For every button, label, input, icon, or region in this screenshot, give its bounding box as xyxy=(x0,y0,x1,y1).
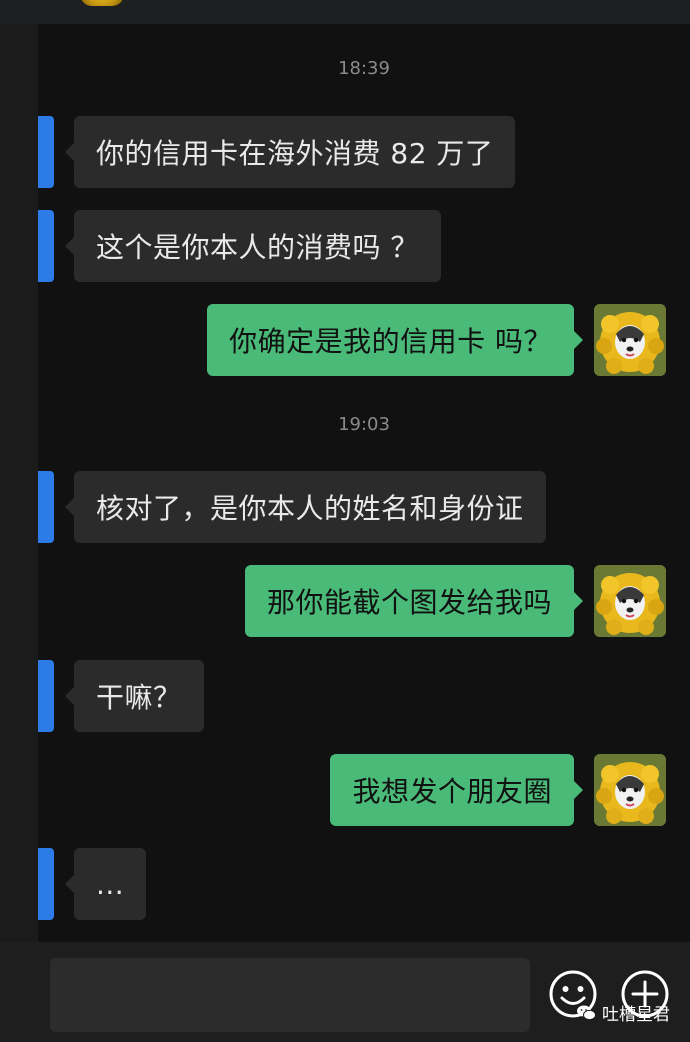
message-input[interactable] xyxy=(50,958,530,1032)
left-edge xyxy=(0,24,38,1042)
message-row-incoming: 你的信用卡在海外消费 82 万了 xyxy=(38,116,690,188)
dog-sunflower-avatar-icon xyxy=(594,565,666,637)
wechat-icon xyxy=(577,1005,596,1020)
message-bubble-outgoing[interactable]: 那你能截个图发给我吗 xyxy=(244,565,584,637)
message-bubble-incoming[interactable]: ... xyxy=(64,848,147,920)
my-avatar[interactable] xyxy=(594,565,666,637)
peer-avatar[interactable] xyxy=(38,660,54,732)
peer-avatar[interactable] xyxy=(38,210,54,282)
my-avatar[interactable] xyxy=(594,304,666,376)
peer-avatar[interactable] xyxy=(38,116,54,188)
avatar-partial[interactable] xyxy=(80,0,124,6)
top-bar xyxy=(0,0,690,24)
message-bubble-outgoing[interactable]: 我想发个朋友圈 xyxy=(330,754,583,826)
message-row-incoming: ... xyxy=(38,848,690,920)
message-row-incoming: 干嘛？ xyxy=(38,660,690,732)
watermark-text: 吐槽星君 xyxy=(602,1005,670,1025)
composer-bar: 吐槽星君 xyxy=(0,942,690,1042)
message-bubble-incoming[interactable]: 干嘛？ xyxy=(65,660,204,732)
watermark: 吐槽星君 xyxy=(576,1000,670,1025)
my-avatar[interactable] xyxy=(594,754,666,826)
message-bubble-outgoing[interactable]: 你确定是我的信用卡 吗？ xyxy=(207,304,583,376)
chat-message-list[interactable]: 18:39 你的信用卡在海外消费 82 万了 这个是你本人的消费吗 ？ 你确定是… xyxy=(38,24,690,942)
message-bubble-incoming[interactable]: 你的信用卡在海外消费 82 万了 xyxy=(64,116,516,188)
timestamp: 19:03 xyxy=(338,414,390,435)
message-bubble-incoming[interactable]: 核对了，是你本人的姓名和身份证 xyxy=(65,471,546,543)
message-row-incoming: 这个是你本人的消费吗 ？ xyxy=(38,210,690,282)
message-row-outgoing: 我想发个朋友圈 xyxy=(38,754,690,826)
peer-avatar[interactable] xyxy=(38,471,54,543)
message-row-outgoing: 那你能截个图发给我吗 xyxy=(38,565,690,637)
dog-sunflower-avatar-icon xyxy=(594,304,666,376)
message-row-incoming: 核对了，是你本人的姓名和身份证 xyxy=(38,471,690,543)
timestamp: 18:39 xyxy=(338,58,390,79)
peer-avatar[interactable] xyxy=(38,848,54,920)
message-bubble-incoming[interactable]: 这个是你本人的消费吗 ？ xyxy=(65,210,441,282)
dog-sunflower-avatar-icon xyxy=(594,754,666,826)
message-row-outgoing: 你确定是我的信用卡 吗？ xyxy=(38,304,690,376)
